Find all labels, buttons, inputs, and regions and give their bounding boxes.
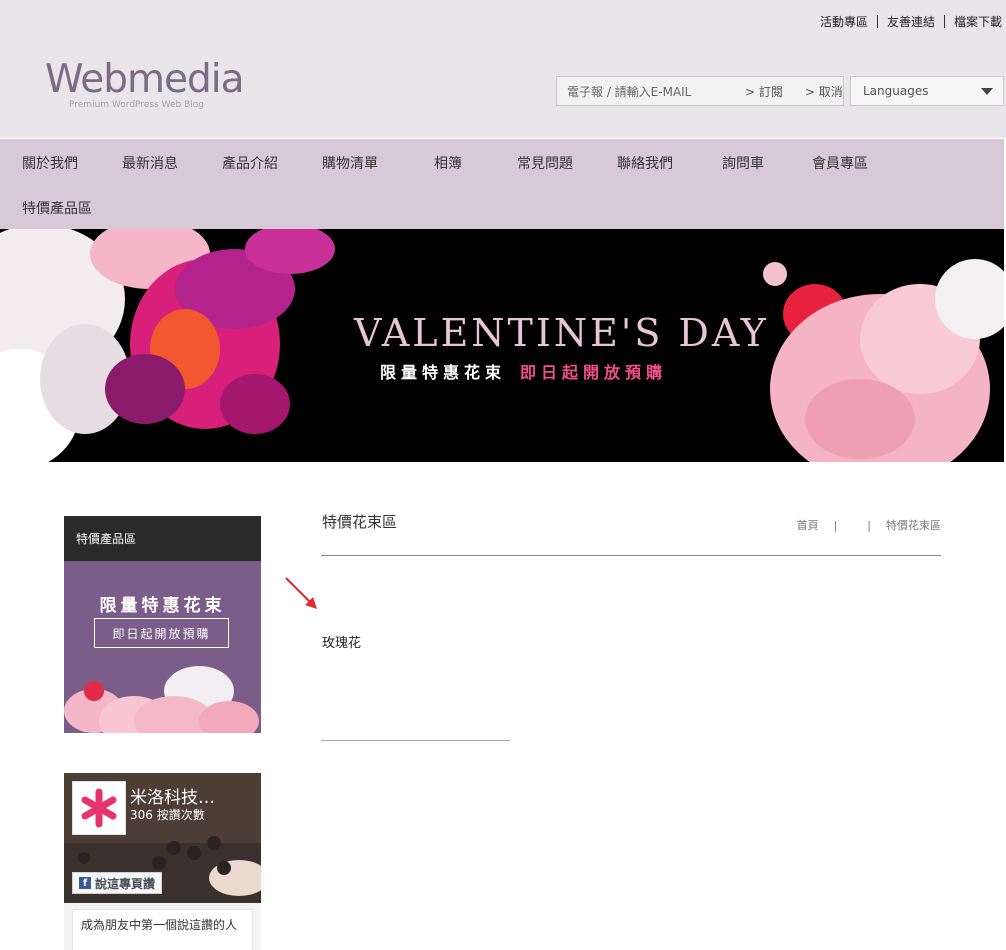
sidebar-promo-banner[interactable]: 限量特惠花束 即日起開放預購 [64, 561, 261, 733]
newsletter-cancel-button[interactable]: > 取消 [805, 83, 843, 100]
facebook-like-button[interactable]: f 說這專頁讚 [72, 872, 163, 894]
hero-banner[interactable]: VALENTINE'S DAY 限量特惠花束 即日起開放預購 [0, 229, 1004, 462]
nav-item-specials[interactable]: 特價產品區 [22, 198, 92, 218]
nav-item-album[interactable]: 相簿 [434, 153, 462, 173]
banner-subtitle: 限量特惠花束 即日起開放預購 [380, 359, 667, 383]
top-link-events[interactable]: 活動專區 [820, 13, 868, 30]
facebook-friends-text: 成為朋友中第一個說這讚的人 [72, 909, 253, 950]
product-link-rose[interactable]: 玫瑰花 [322, 632, 361, 651]
chevron-down-icon [981, 87, 993, 95]
facebook-cover-photo[interactable]: 米洛科技… 306 按讚次數 f 說這專頁讚 [64, 773, 261, 903]
facebook-page-logo [72, 781, 126, 835]
site-header: 活動專區 友善連結 檔案下載 Webmedia Premium WordPres… [0, 0, 1006, 138]
newsletter-email-input[interactable]: 電子報 / 請輸入E-MAIL [567, 83, 735, 100]
site-logo[interactable]: Webmedia Premium WordPress Web Blog [45, 57, 245, 111]
language-select-label: Languages [863, 84, 929, 98]
facebook-icon: f [79, 877, 91, 889]
nav-item-shopping-list[interactable]: 購物清單 [322, 153, 378, 173]
banner-subtitle-white: 限量特惠花束 [380, 363, 507, 382]
sidebar-heading: 特價產品區 [64, 516, 261, 561]
banner-subtitle-pink: 即日起開放預購 [520, 363, 668, 382]
nav-item-about[interactable]: 關於我們 [22, 153, 78, 173]
product-divider [321, 740, 510, 741]
nav-item-members[interactable]: 會員專區 [812, 153, 868, 173]
main-nav: 關於我們 最新消息 產品介紹 購物清單 相簿 常見問題 聯絡我們 詢問車 會員專… [0, 139, 1004, 229]
nav-item-faq[interactable]: 常見問題 [517, 153, 573, 173]
asterisk-logo-icon [81, 788, 117, 828]
breadcrumb-current: 特價花束區 [886, 519, 941, 532]
breadcrumb-divider: | [833, 518, 838, 532]
breadcrumb: 首頁 | | 特價花束區 [797, 517, 941, 533]
facebook-like-count: 306 按讚次數 [130, 808, 205, 822]
banner-title: VALENTINE'S DAY [354, 311, 769, 355]
logo-name: Webmedia [45, 57, 245, 102]
top-link-downloads[interactable]: 檔案下載 [954, 13, 1002, 30]
nav-item-products[interactable]: 產品介紹 [222, 153, 278, 173]
newsletter-subscribe-button[interactable]: > 訂閱 [745, 83, 783, 100]
title-divider [321, 555, 941, 556]
top-link-divider [876, 15, 878, 28]
facebook-page-widget: 米洛科技… 306 按讚次數 f 說這專頁讚 成為朋友中第一個說這讚的人 [64, 773, 261, 950]
nav-item-news[interactable]: 最新消息 [122, 153, 178, 173]
top-link-friends[interactable]: 友善連結 [887, 13, 935, 30]
page-title: 特價花束區 [322, 513, 398, 531]
newsletter-box: 電子報 / 請輸入E-MAIL > 訂閱 > 取消 [556, 76, 844, 106]
language-select[interactable]: Languages [850, 76, 1004, 106]
nav-item-inquiry-cart[interactable]: 詢問車 [722, 153, 764, 173]
breadcrumb-divider: | [867, 518, 871, 532]
nav-item-contact[interactable]: 聯絡我們 [617, 153, 673, 173]
top-link-divider [943, 15, 945, 28]
facebook-page-name[interactable]: 米洛科技… [130, 783, 215, 808]
promo-flowers-image [64, 666, 259, 733]
facebook-like-label: 說這專頁讚 [95, 876, 156, 891]
top-links: 活動專區 友善連結 檔案下載 [820, 13, 1002, 30]
breadcrumb-home[interactable]: 首頁 [797, 517, 819, 533]
red-arrow-annotation-icon [285, 577, 317, 609]
